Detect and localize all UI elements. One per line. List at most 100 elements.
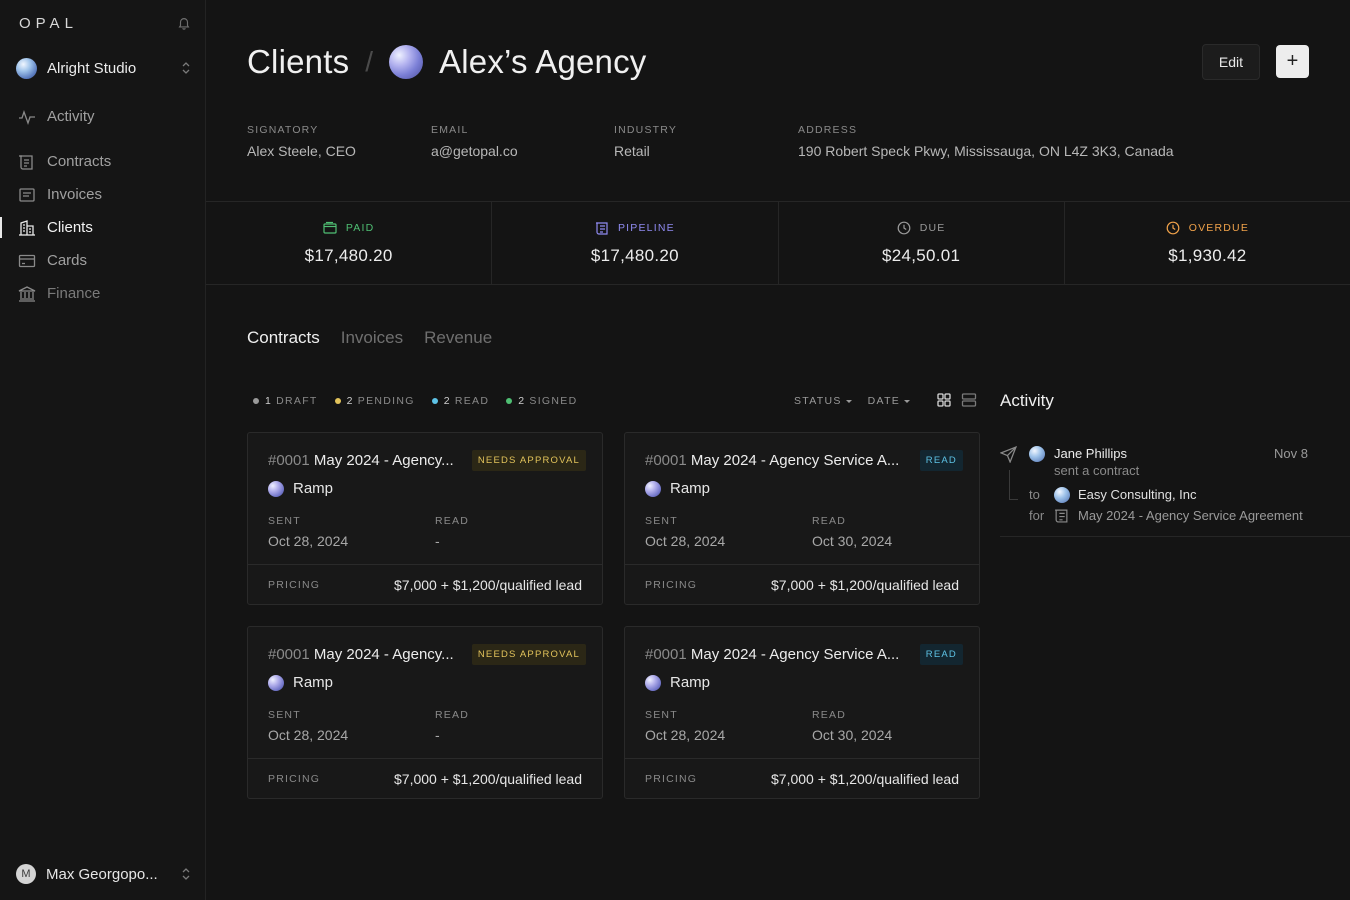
field-label: READ bbox=[435, 709, 469, 721]
sidebar-item-activity[interactable]: Activity bbox=[0, 100, 205, 133]
stat-value: $17,480.20 bbox=[304, 245, 393, 265]
pricing-value: $7,000 + $1,200/qualified lead bbox=[394, 576, 582, 593]
status-dot bbox=[253, 398, 259, 404]
sidebar-item-finance[interactable]: Finance bbox=[0, 277, 205, 310]
contract-title: #0001 May 2024 - Agency... bbox=[268, 452, 454, 469]
status-badge: READ bbox=[919, 449, 963, 471]
client-name: Ramp bbox=[670, 480, 711, 497]
field-value: Alex Steele, CEO bbox=[247, 143, 356, 159]
list-view-icon[interactable] bbox=[961, 392, 977, 408]
bell-icon[interactable] bbox=[177, 16, 191, 30]
activity-panel: Activity Jane Phillips Nov 8 sent a cont… bbox=[1000, 391, 1350, 537]
card-footer: PRICING $7,000 + $1,200/qualified lead bbox=[625, 758, 979, 798]
contract-icon bbox=[595, 221, 608, 235]
filter-draft[interactable]: 1 DRAFT bbox=[253, 395, 318, 407]
stat-label: DUE bbox=[897, 221, 946, 235]
field-value: Oct 28, 2024 bbox=[645, 727, 726, 743]
tab-contracts[interactable]: Contracts bbox=[247, 328, 320, 348]
tab-revenue[interactable]: Revenue bbox=[424, 328, 492, 348]
to-label: to bbox=[1029, 487, 1040, 502]
contract-icon bbox=[19, 154, 33, 170]
breadcrumb-clients[interactable]: Clients bbox=[247, 43, 349, 81]
sidebar-item-invoices[interactable]: Invoices bbox=[0, 178, 205, 211]
sidebar-item-contracts[interactable]: Contracts bbox=[0, 145, 205, 178]
sidebar-item-cards[interactable]: Cards bbox=[0, 244, 205, 277]
client-avatar bbox=[268, 480, 284, 497]
add-button[interactable]: + bbox=[1276, 45, 1309, 78]
logo-row: OPAL bbox=[19, 14, 191, 32]
user-menu[interactable]: M Max Georgopo... bbox=[16, 862, 191, 886]
tab-invoices[interactable]: Invoices bbox=[341, 328, 403, 348]
activity-date: Nov 8 bbox=[1274, 446, 1308, 461]
card-header: #0001 May 2024 - Agency Service A... REA… bbox=[645, 449, 963, 471]
grid-view-icon[interactable] bbox=[936, 392, 952, 408]
field-value: Oct 30, 2024 bbox=[812, 727, 893, 743]
activity-actor[interactable]: Jane Phillips bbox=[1054, 446, 1127, 461]
client-name: Ramp bbox=[670, 674, 711, 691]
contract-card[interactable]: #0001 May 2024 - Agency... NEEDS APPROVA… bbox=[247, 626, 603, 799]
edit-button[interactable]: Edit bbox=[1201, 44, 1260, 80]
filter-signed[interactable]: 2 SIGNED bbox=[506, 395, 577, 407]
client-name: Ramp bbox=[293, 480, 334, 497]
pricing-label: PRICING bbox=[268, 772, 321, 785]
tab-bar: Contracts Invoices Revenue bbox=[247, 328, 492, 348]
contract-card[interactable]: #0001 May 2024 - Agency... NEEDS APPROVA… bbox=[247, 432, 603, 605]
client-name: Ramp bbox=[293, 674, 334, 691]
sent-field: SENT Oct 28, 2024 bbox=[645, 515, 725, 549]
bank-icon bbox=[18, 285, 36, 302]
opal-logo[interactable]: OPAL bbox=[19, 15, 78, 32]
sidebar-item-clients[interactable]: Clients bbox=[0, 211, 205, 244]
card-header: #0001 May 2024 - Agency... NEEDS APPROVA… bbox=[268, 643, 586, 665]
field-label: ADDRESS bbox=[798, 124, 858, 136]
field-value: - bbox=[435, 727, 440, 743]
pricing-label: PRICING bbox=[268, 578, 321, 591]
field-label: READ bbox=[435, 515, 469, 527]
field-value: Oct 28, 2024 bbox=[268, 727, 349, 743]
pricing-value: $7,000 + $1,200/qualified lead bbox=[771, 770, 959, 787]
filter-pending[interactable]: 2 PENDING bbox=[334, 395, 415, 407]
read-field: READ Oct 30, 2024 bbox=[812, 709, 892, 743]
field-label: EMAIL bbox=[431, 124, 469, 136]
sent-field: SENT Oct 28, 2024 bbox=[268, 515, 348, 549]
email-field: EMAIL a@getopal.co bbox=[431, 124, 518, 159]
card-footer: PRICING $7,000 + $1,200/qualified lead bbox=[248, 564, 602, 604]
status-dot bbox=[431, 398, 438, 404]
pricing-value: $7,000 + $1,200/qualified lead bbox=[394, 770, 582, 787]
stat-due[interactable]: DUE $24,50.01 bbox=[779, 202, 1065, 284]
field-label: READ bbox=[812, 515, 846, 527]
client-avatar bbox=[645, 480, 661, 497]
client-avatar bbox=[645, 674, 661, 691]
status-sort-dropdown[interactable]: STATUS bbox=[794, 395, 852, 407]
field-value: 190 Robert Speck Pkwy, Mississauga, ON L… bbox=[798, 143, 1174, 159]
filter-read[interactable]: 2 READ bbox=[431, 395, 490, 407]
stat-label: OVERDUE bbox=[1166, 221, 1249, 235]
filter-label: PENDING bbox=[357, 395, 415, 407]
page-title: Alex’s Agency bbox=[439, 43, 647, 80]
main-content: Clients / Alex’s Agency Edit + SIGNATORY… bbox=[206, 0, 1350, 900]
card-footer: PRICING $7,000 + $1,200/qualified lead bbox=[248, 758, 602, 798]
activity-title: Activity bbox=[1000, 391, 1054, 410]
stat-label: PIPELINE bbox=[595, 221, 675, 235]
status-badge: READ bbox=[919, 643, 963, 665]
stat-overdue[interactable]: OVERDUE $1,930.42 bbox=[1065, 202, 1350, 284]
stat-paid[interactable]: PAID $17,480.20 bbox=[206, 202, 493, 284]
contract-card[interactable]: #0001 May 2024 - Agency Service A... REA… bbox=[624, 432, 980, 605]
stats-bar: PAID $17,480.20 PIPELINE $17,480.20 DUE … bbox=[206, 201, 1350, 285]
avatar bbox=[1029, 446, 1045, 462]
date-sort-dropdown[interactable]: DATE bbox=[868, 395, 910, 407]
contract-card[interactable]: #0001 May 2024 - Agency Service A... REA… bbox=[624, 626, 980, 799]
activity-document[interactable]: May 2024 - Agency Service Agreement bbox=[1078, 508, 1303, 523]
stat-pipeline[interactable]: PIPELINE $17,480.20 bbox=[492, 202, 779, 284]
invoice-icon bbox=[19, 187, 35, 202]
field-label: SENT bbox=[268, 709, 301, 721]
card-footer: PRICING $7,000 + $1,200/qualified lead bbox=[625, 564, 979, 604]
activity-recipient[interactable]: Easy Consulting, Inc bbox=[1078, 487, 1197, 502]
activity-item[interactable]: Jane Phillips Nov 8 sent a contract to E… bbox=[1000, 432, 1350, 537]
field-value[interactable]: a@getopal.co bbox=[431, 143, 518, 159]
workspace-name: Alright Studio bbox=[47, 59, 137, 77]
workspace-switcher[interactable]: Alright Studio bbox=[16, 56, 191, 80]
for-label: for bbox=[1029, 508, 1045, 523]
sidebar-item-label: Clients bbox=[47, 219, 93, 236]
client-avatar bbox=[268, 674, 284, 691]
status-filters: 1 DRAFT 2 PENDING 2 READ 2 SIGNED bbox=[253, 395, 577, 407]
